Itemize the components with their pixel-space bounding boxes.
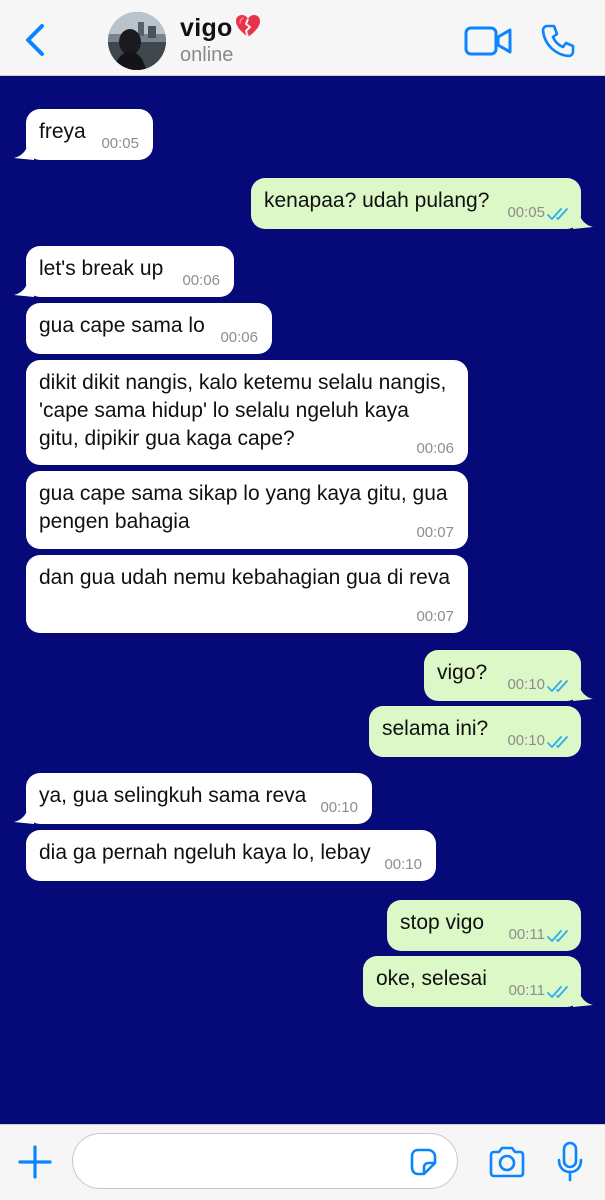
chevron-left-icon[interactable] — [20, 22, 52, 58]
avatar[interactable] — [108, 12, 166, 70]
bubble-tail — [14, 281, 34, 297]
message-time: 00:10 — [507, 732, 545, 749]
double-check-icon — [547, 208, 568, 220]
message-time: 00:11 — [508, 982, 545, 999]
sticker-icon[interactable] — [408, 1147, 438, 1177]
message-time: 00:07 — [416, 524, 454, 541]
double-check-icon — [547, 680, 568, 692]
incoming-message[interactable]: gua cape sama lo 00:06 — [26, 303, 272, 354]
incoming-message[interactable]: let's break up 00:06 — [26, 246, 234, 297]
message-text: gua cape sama sikap lo yang kaya gitu, g… — [39, 482, 448, 533]
contact-name-text: vigo — [180, 14, 233, 42]
bubble-tail — [14, 144, 34, 160]
message-text: dia ga pernah ngeluh kaya lo, lebay — [39, 841, 371, 864]
message-text: dan gua udah nemu kebahagian gua di reva — [39, 566, 450, 589]
incoming-message[interactable]: freya 00:05 — [26, 109, 153, 160]
message-time: 00:10 — [507, 676, 545, 693]
message-time: 00:06 — [182, 272, 220, 289]
outgoing-message[interactable]: vigo? 00:10 — [424, 650, 581, 701]
bubble-tail — [573, 213, 593, 229]
outgoing-message[interactable]: kenapaa? udah pulang? 00:05 — [251, 178, 581, 229]
message-time: 00:06 — [416, 440, 454, 457]
bubble-tail — [573, 685, 593, 701]
bubble-tail — [573, 991, 593, 1007]
message-time: 00:07 — [416, 608, 454, 625]
camera-icon[interactable] — [488, 1145, 526, 1179]
phone-icon[interactable] — [540, 23, 576, 59]
message-list[interactable]: freya 00:05 kenapaa? udah pulang? 00:05 let'… — [0, 77, 605, 1124]
incoming-message[interactable]: gua cape sama sikap lo yang kaya gitu, g… — [26, 471, 468, 549]
message-time: 00:05 — [507, 204, 545, 221]
double-check-icon — [547, 736, 568, 748]
double-check-icon — [547, 930, 568, 942]
incoming-message[interactable]: ya, gua selingkuh sama reva 00:10 — [26, 773, 372, 824]
message-time: 00:11 — [508, 926, 545, 943]
microphone-icon[interactable] — [556, 1141, 584, 1183]
incoming-message[interactable]: dikit dikit nangis, kalo ketemu selalu n… — [26, 360, 468, 465]
plus-icon[interactable] — [18, 1145, 52, 1179]
composer-bar — [0, 1124, 605, 1200]
chat-header: vigo online — [0, 0, 605, 76]
incoming-message[interactable]: dan gua udah nemu kebahagian gua di reva… — [26, 555, 468, 633]
mending-heart-icon — [235, 15, 260, 38]
video-camera-icon[interactable] — [464, 24, 512, 58]
message-input[interactable] — [72, 1133, 458, 1189]
bubble-tail — [14, 808, 34, 824]
contact-name[interactable]: vigo — [180, 14, 261, 43]
message-time: 00:06 — [220, 329, 258, 346]
message-time: 00:10 — [320, 799, 358, 816]
message-text: dikit dikit nangis, kalo ketemu selalu n… — [39, 371, 447, 450]
outgoing-message[interactable]: stop vigo 00:11 — [387, 900, 581, 951]
outgoing-message[interactable]: oke, selesai 00:11 — [363, 956, 581, 1007]
message-time: 00:05 — [101, 135, 139, 152]
outgoing-message[interactable]: selama ini? 00:10 — [369, 706, 581, 757]
message-text: ya, gua selingkuh sama reva — [39, 784, 307, 807]
double-check-icon — [547, 986, 568, 998]
contact-status: online — [180, 44, 234, 66]
incoming-message[interactable]: dia ga pernah ngeluh kaya lo, lebay 00:10 — [26, 830, 436, 881]
message-time: 00:10 — [384, 856, 422, 873]
